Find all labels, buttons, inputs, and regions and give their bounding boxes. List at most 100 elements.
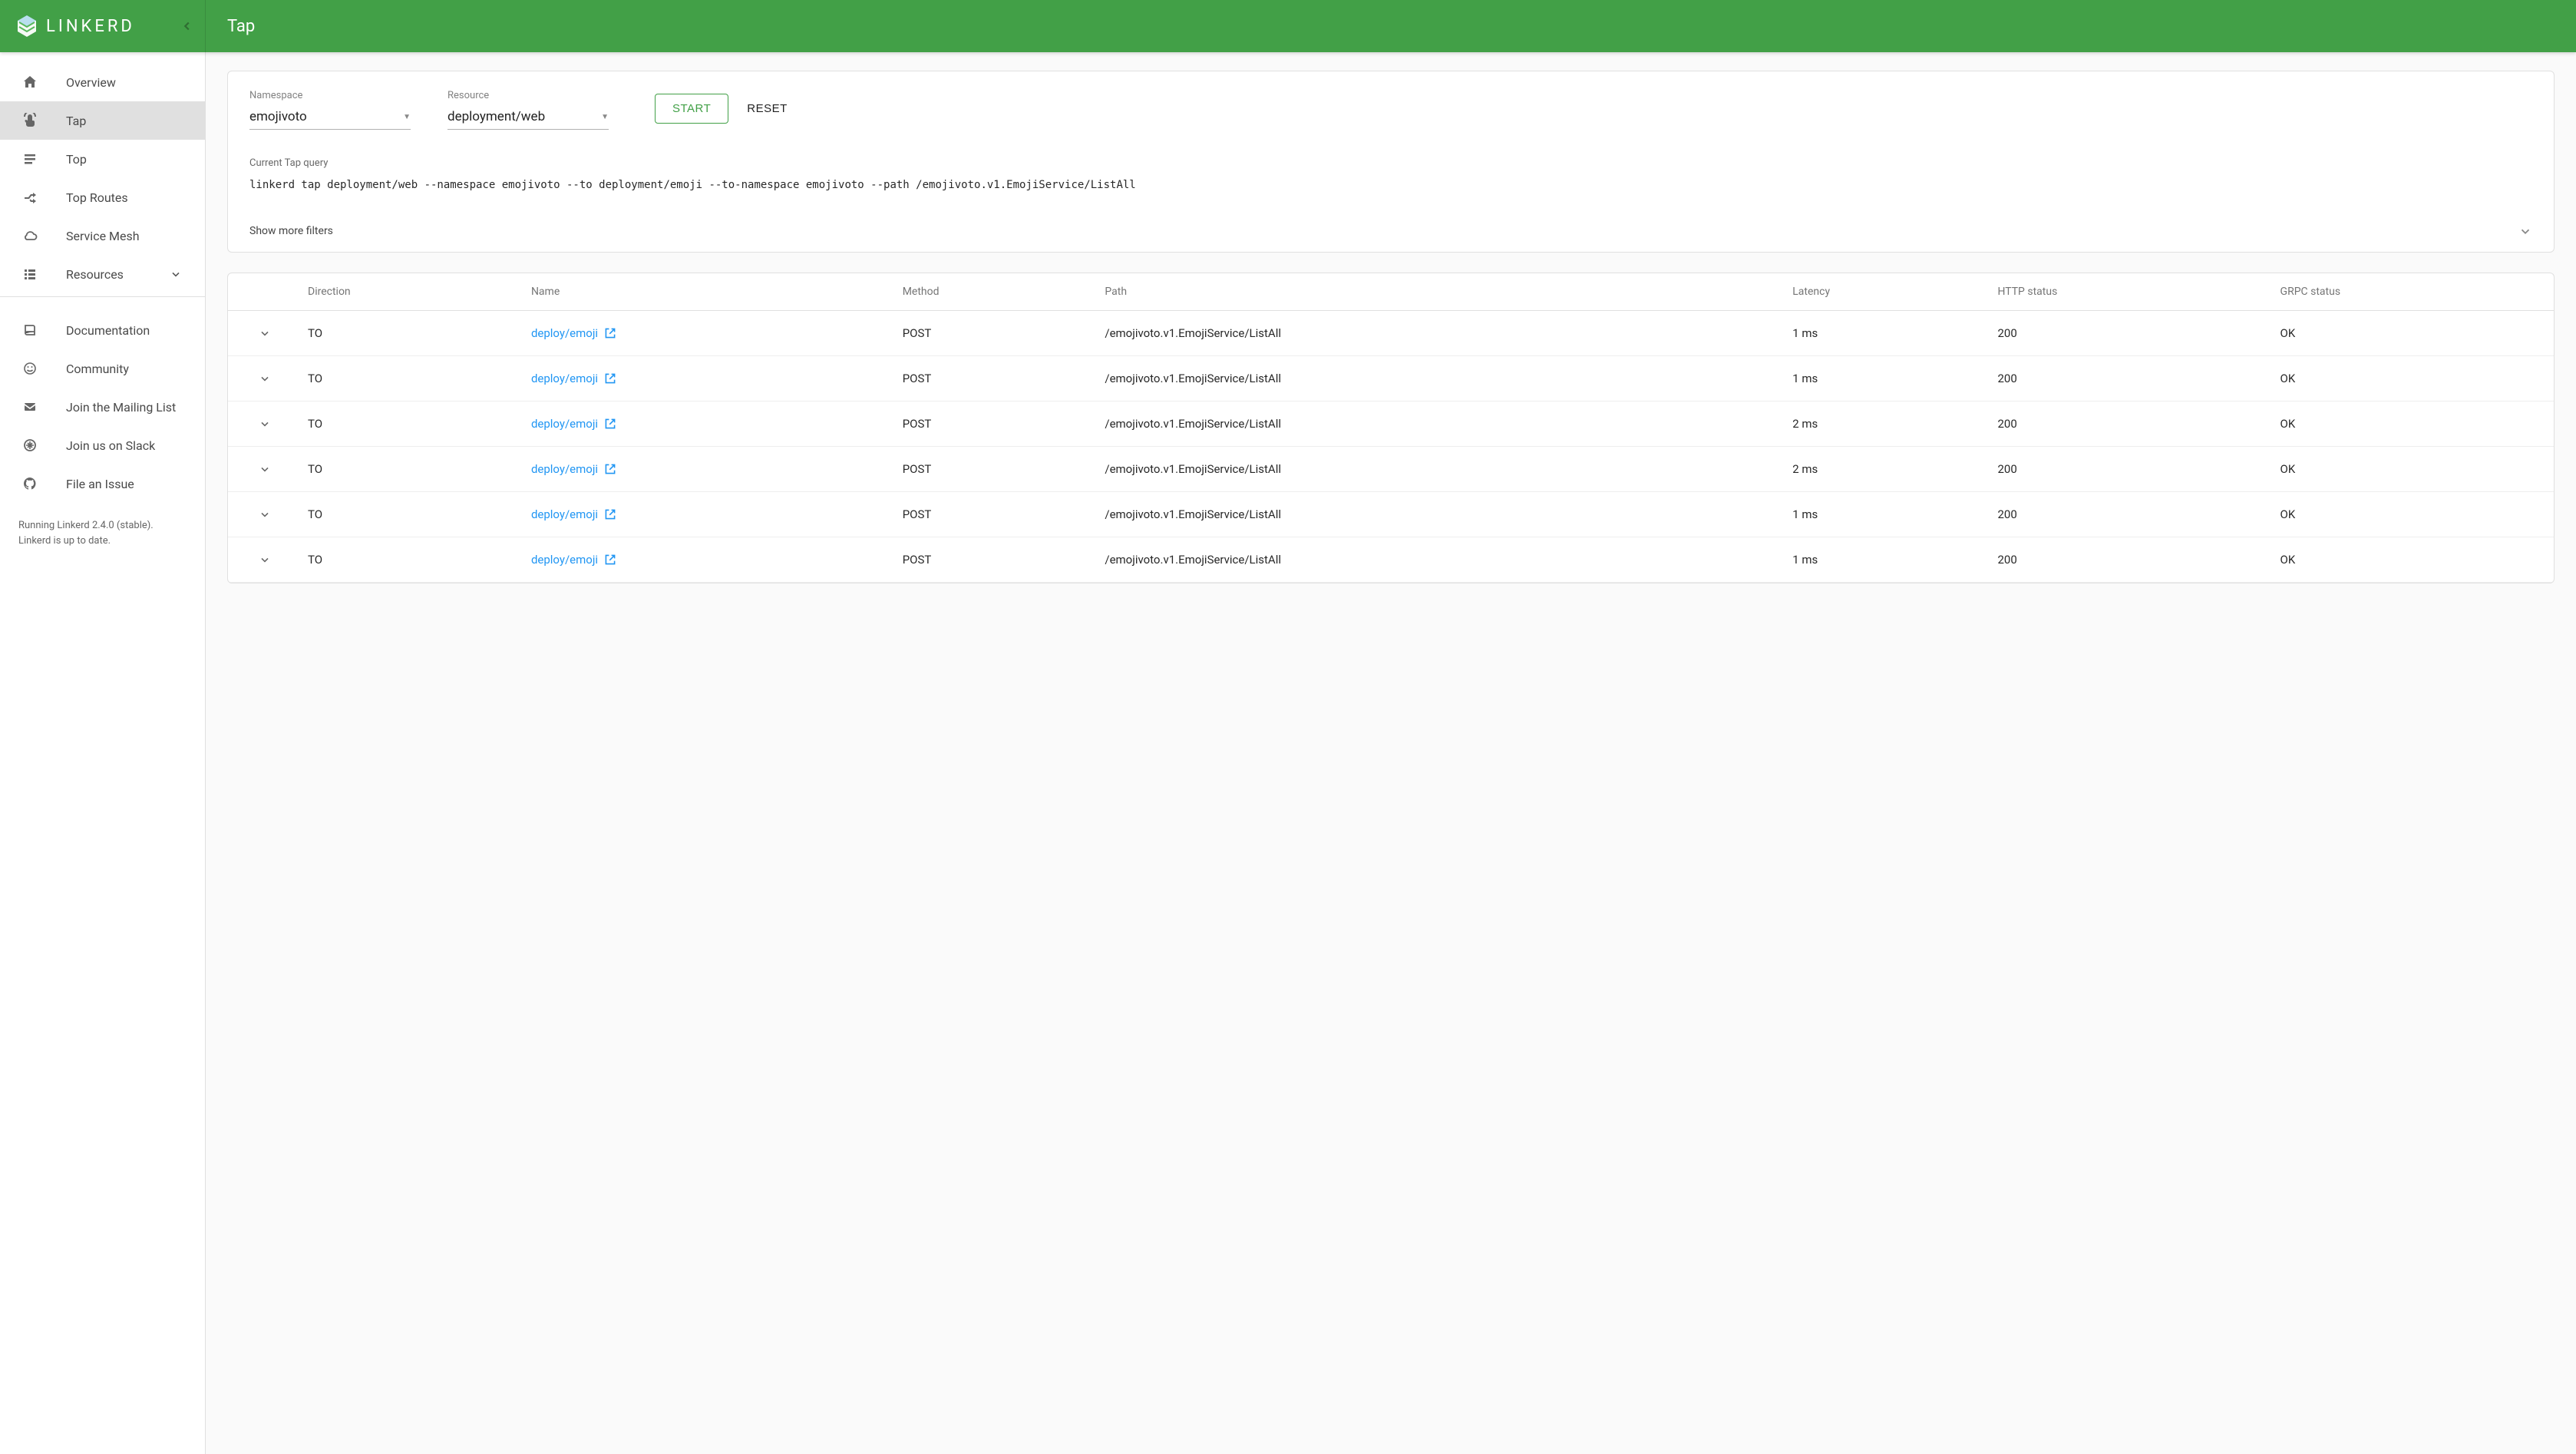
- sidebar-item-label: Top Routes: [66, 190, 128, 205]
- col-direction[interactable]: Direction: [297, 273, 520, 311]
- top-bar: LINKERD Tap: [0, 0, 2576, 52]
- list-icon: [21, 266, 38, 282]
- sidebar-item-join-us-on-slack[interactable]: Join us on Slack: [0, 426, 205, 464]
- resource-select[interactable]: Resource deployment/web ▼: [447, 90, 609, 130]
- sidebar-item-label: File an Issue: [66, 477, 134, 491]
- resource-link-text: deploy/emoji: [531, 417, 598, 431]
- expand-row-button[interactable]: [228, 446, 297, 491]
- reset-button[interactable]: RESET: [747, 102, 788, 115]
- sidebar-item-label: Tap: [66, 114, 86, 128]
- show-more-filters-toggle[interactable]: Show more filters: [228, 210, 2554, 252]
- col-grpc-status[interactable]: GRPC status: [2270, 273, 2554, 311]
- sidebar-item-overview[interactable]: Overview: [0, 63, 205, 101]
- cell-name: deploy/emoji: [520, 537, 892, 582]
- cell-path: /emojivoto.v1.EmojiService/ListAll: [1094, 401, 1782, 446]
- tap-query-card: Namespace emojivoto ▼ Resource deploymen…: [227, 71, 2555, 253]
- sidebar-item-service-mesh[interactable]: Service Mesh: [0, 216, 205, 255]
- col-method[interactable]: Method: [892, 273, 1095, 311]
- resource-link-text: deploy/emoji: [531, 553, 598, 567]
- cell-latency: 1 ms: [1782, 355, 1986, 401]
- resource-link-text: deploy/emoji: [531, 462, 598, 476]
- namespace-label: Namespace: [249, 90, 411, 101]
- cell-http-status: 200: [1986, 401, 2269, 446]
- cell-grpc-status: OK: [2270, 401, 2554, 446]
- dropdown-icon: ▼: [403, 113, 411, 121]
- main-content: Namespace emojivoto ▼ Resource deploymen…: [206, 0, 2576, 1454]
- cell-direction: TO: [297, 491, 520, 537]
- start-button[interactable]: START: [655, 94, 728, 124]
- cloud-icon: [21, 228, 38, 243]
- sidebar-item-label: Service Mesh: [66, 229, 140, 243]
- expand-row-button[interactable]: [228, 355, 297, 401]
- brand-logo[interactable]: LINKERD: [14, 13, 135, 39]
- tap-results-table-card: Direction Name Method Path Latency HTTP …: [227, 273, 2555, 583]
- dropdown-icon: ▼: [601, 113, 609, 121]
- expand-row-button[interactable]: [228, 401, 297, 446]
- resource-link[interactable]: deploy/emoji: [531, 417, 616, 431]
- linkerd-logo-icon: [14, 13, 40, 39]
- expand-row-button[interactable]: [228, 491, 297, 537]
- col-name[interactable]: Name: [520, 273, 892, 311]
- namespace-select[interactable]: Namespace emojivoto ▼: [249, 90, 411, 130]
- table-row: TOdeploy/emojiPOST/emojivoto.v1.EmojiSer…: [228, 537, 2554, 582]
- external-link-icon: [604, 418, 616, 430]
- col-http-status[interactable]: HTTP status: [1986, 273, 2269, 311]
- expand-row-button[interactable]: [228, 310, 297, 355]
- expand-row-button[interactable]: [228, 537, 297, 582]
- cell-direction: TO: [297, 537, 520, 582]
- sidebar-item-top[interactable]: Top: [0, 140, 205, 178]
- cell-method: POST: [892, 401, 1095, 446]
- github-icon: [21, 476, 38, 491]
- external-link-icon: [604, 327, 616, 339]
- sidebar-item-file-an-issue[interactable]: File an Issue: [0, 464, 205, 503]
- resource-label: Resource: [447, 90, 609, 101]
- nav-divider: [0, 296, 205, 297]
- table-row: TOdeploy/emojiPOST/emojivoto.v1.EmojiSer…: [228, 491, 2554, 537]
- external-link-icon: [604, 372, 616, 385]
- resource-link[interactable]: deploy/emoji: [531, 507, 616, 521]
- page-title: Tap: [206, 17, 255, 36]
- external-link-icon: [604, 463, 616, 475]
- sidebar-item-join-the-mailing-list[interactable]: Join the Mailing List: [0, 388, 205, 426]
- resource-link-text: deploy/emoji: [531, 372, 598, 385]
- sidebar-item-tap[interactable]: Tap: [0, 101, 205, 140]
- update-status-line: Linkerd is up to date.: [18, 534, 187, 549]
- cell-latency: 2 ms: [1782, 401, 1986, 446]
- resource-link-text: deploy/emoji: [531, 507, 598, 521]
- table-row: TOdeploy/emojiPOST/emojivoto.v1.EmojiSer…: [228, 446, 2554, 491]
- smile-icon: [21, 361, 38, 376]
- col-path[interactable]: Path: [1094, 273, 1782, 311]
- chevron-down-icon: [2518, 224, 2532, 238]
- sidebar-item-community[interactable]: Community: [0, 349, 205, 388]
- sidebar-item-top-routes[interactable]: Top Routes: [0, 178, 205, 216]
- collapse-sidebar-button[interactable]: [180, 19, 194, 33]
- sidebar-item-label: Join the Mailing List: [66, 400, 176, 415]
- cell-grpc-status: OK: [2270, 355, 2554, 401]
- sidebar-item-label: Resources: [66, 267, 124, 282]
- current-tap-query-label: Current Tap query: [249, 157, 2532, 169]
- cell-grpc-status: OK: [2270, 491, 2554, 537]
- home-icon: [21, 74, 38, 90]
- cell-direction: TO: [297, 355, 520, 401]
- tap-results-table: Direction Name Method Path Latency HTTP …: [228, 273, 2554, 583]
- sidebar-item-documentation[interactable]: Documentation: [0, 311, 205, 349]
- resource-link[interactable]: deploy/emoji: [531, 326, 616, 340]
- cell-direction: TO: [297, 446, 520, 491]
- cell-name: deploy/emoji: [520, 401, 892, 446]
- cell-name: deploy/emoji: [520, 310, 892, 355]
- cell-method: POST: [892, 537, 1095, 582]
- book-icon: [21, 322, 38, 338]
- shuffle-icon: [21, 190, 38, 205]
- brand: LINKERD: [0, 0, 206, 52]
- cell-latency: 1 ms: [1782, 310, 1986, 355]
- cell-method: POST: [892, 491, 1095, 537]
- resource-link[interactable]: deploy/emoji: [531, 462, 616, 476]
- sidebar-item-resources[interactable]: Resources: [0, 255, 205, 293]
- external-link-icon: [604, 508, 616, 520]
- namespace-value: emojivoto: [249, 109, 307, 124]
- resource-link[interactable]: deploy/emoji: [531, 372, 616, 385]
- mail-icon: [21, 399, 38, 415]
- col-latency[interactable]: Latency: [1782, 273, 1986, 311]
- bars-icon: [21, 151, 38, 167]
- resource-link[interactable]: deploy/emoji: [531, 553, 616, 567]
